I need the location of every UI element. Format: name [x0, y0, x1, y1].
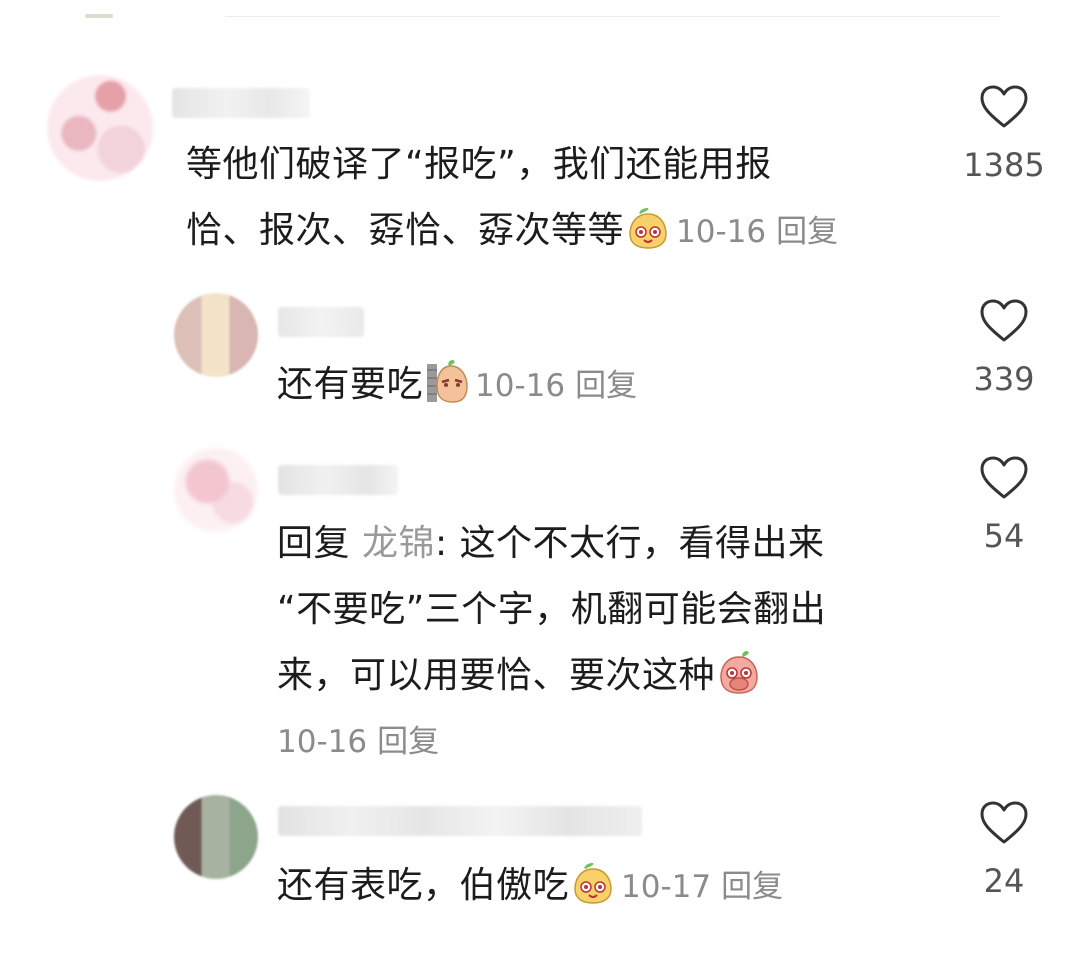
comment-line: 回复 龙锦: 这个不太行，看得出来	[277, 523, 825, 564]
like-count: 24	[983, 862, 1025, 900]
covering-mouth-peach-emoji	[720, 651, 758, 694]
smiling-peach-emoji	[629, 208, 667, 249]
comment-body: 还有要吃 10-16 回复	[277, 352, 637, 419]
reply-button[interactable]: 回复	[377, 724, 439, 760]
avatar[interactable]	[47, 75, 153, 181]
comment-body: 等他们破译了“报吃”，我们还能用报 恰、报次、孬恰、孬次等等 10-16 回复	[186, 132, 838, 265]
reply-button[interactable]: 回复	[575, 368, 637, 404]
comment-line: 等他们破译了“报吃”，我们还能用报	[186, 144, 772, 185]
like-button[interactable]: 24	[954, 800, 1054, 900]
like-count: 1385	[963, 146, 1045, 184]
heart-icon	[980, 299, 1028, 342]
heart-icon	[980, 456, 1028, 499]
comment-body: 还有表吃，伯傲吃 10-17 回复	[277, 853, 783, 920]
comment-line: 还有表吃，伯傲吃 10-17 回复	[277, 853, 783, 920]
avatar[interactable]	[174, 795, 258, 879]
heart-icon	[980, 801, 1028, 844]
comment-line: 还有要吃 10-16 回复	[277, 352, 637, 419]
smiling-peach-emoji	[574, 863, 612, 904]
comment-date: 10-17	[621, 869, 712, 905]
reply-button[interactable]: 回复	[721, 869, 783, 905]
avatar[interactable]	[174, 293, 258, 377]
peeking-wall-emoji	[427, 360, 468, 403]
username-blurred[interactable]	[278, 806, 642, 836]
comment-line: “不要吃”三个字，机翻可能会翻出	[277, 589, 827, 630]
comment-date: 10-16	[676, 214, 767, 250]
username-blurred[interactable]	[172, 88, 310, 118]
like-button[interactable]: 339	[954, 298, 1054, 398]
comment-date: 10-16	[475, 368, 566, 404]
mention-link[interactable]: 龙锦	[362, 523, 435, 564]
comment-line: 恰、报次、孬恰、孬次等等 10-16 回复	[186, 198, 838, 265]
like-button[interactable]: 1385	[954, 84, 1054, 184]
like-count: 54	[983, 517, 1025, 555]
reply-button[interactable]: 回复	[776, 214, 838, 250]
reply-prefix: 回复	[277, 523, 351, 564]
divider	[225, 16, 1000, 17]
heart-icon	[980, 85, 1028, 128]
username-blurred[interactable]	[278, 307, 364, 337]
comment-line: 来，可以用要恰、要次这种	[277, 643, 826, 709]
like-count: 339	[973, 360, 1035, 398]
previous-item-edge	[85, 14, 113, 18]
comment-meta: 10-16 回复	[277, 709, 826, 775]
comment-date: 10-16	[277, 724, 368, 760]
comment-body: 回复 龙锦: 这个不太行，看得出来 “不要吃”三个字，机翻可能会翻出 来，可以用…	[277, 511, 826, 775]
username-blurred[interactable]	[278, 465, 398, 495]
like-button[interactable]: 54	[954, 455, 1054, 555]
avatar[interactable]	[174, 448, 258, 532]
